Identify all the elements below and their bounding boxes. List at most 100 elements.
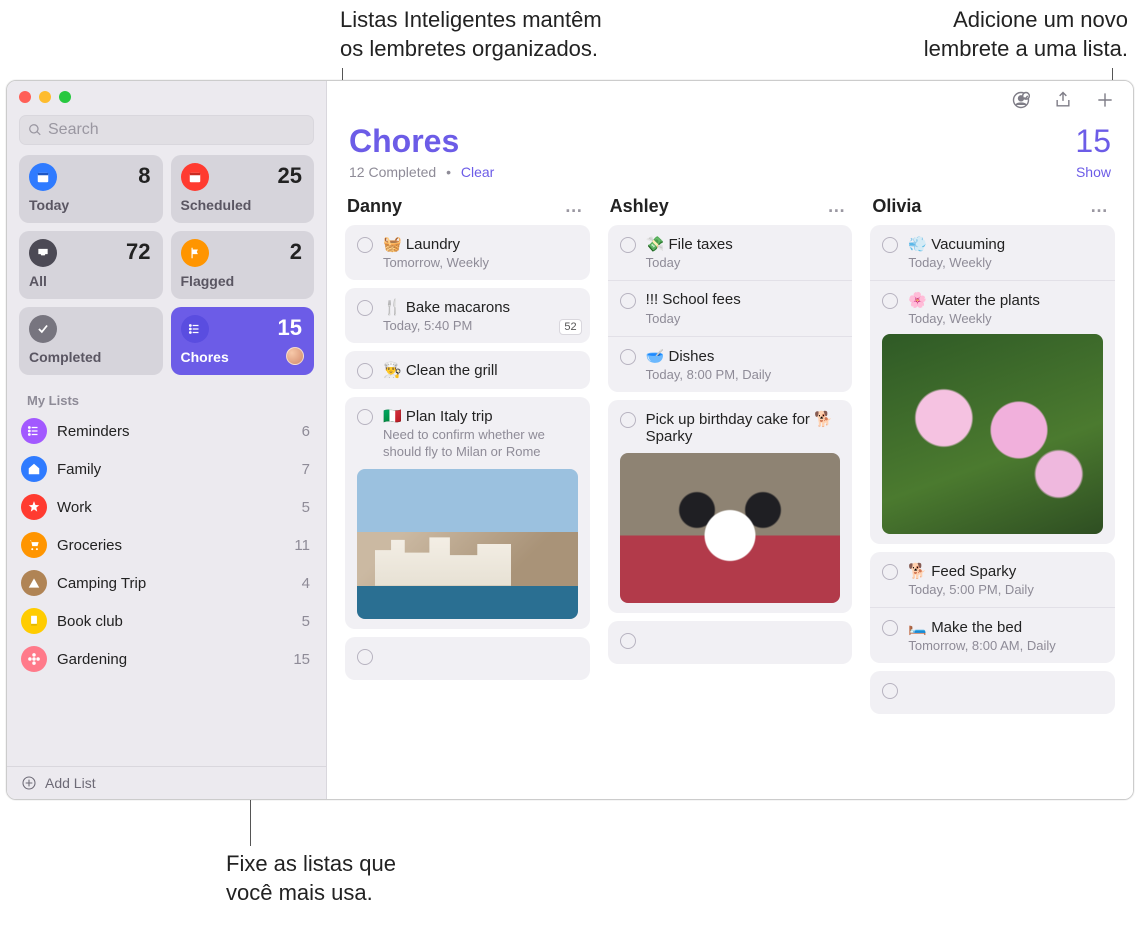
column-title: Olivia	[872, 196, 921, 217]
reminder-meta: Tomorrow, Weekly	[383, 255, 578, 270]
checkbox[interactable]	[357, 237, 373, 253]
column-more-button[interactable]: …	[1090, 196, 1109, 217]
new-reminder-placeholder[interactable]	[345, 637, 590, 680]
column: Olivia…💨 VacuumingToday, Weekly🌸 Water t…	[870, 194, 1115, 787]
checkbox[interactable]	[357, 363, 373, 379]
show-completed-button[interactable]: Show	[1076, 164, 1111, 180]
checkbox[interactable]	[620, 293, 636, 309]
reminder-card[interactable]: 💸 File taxesToday	[608, 225, 853, 280]
sidebar-list-label: Book club	[57, 613, 292, 630]
checkbox[interactable]	[357, 649, 373, 665]
close-window-button[interactable]	[19, 91, 31, 103]
reminder-meta: Today	[646, 255, 841, 270]
smart-lists: 8 Today 25 Scheduled 72 All	[7, 155, 326, 383]
sidebar-list-item[interactable]: Gardening15	[7, 640, 326, 678]
checkbox[interactable]	[620, 349, 636, 365]
reminder-card[interactable]: !!! School feesToday	[608, 280, 853, 336]
smart-tile-completed[interactable]: Completed	[19, 307, 163, 375]
checkbox[interactable]	[620, 237, 636, 253]
book-icon	[21, 608, 47, 634]
checkmark-icon	[29, 315, 57, 343]
column-header: Danny …	[345, 194, 590, 225]
smart-tile-chores[interactable]: 15 Chores	[171, 307, 315, 375]
reminder-card[interactable]: 🍴 Bake macaronsToday, 5:40 PM52	[345, 288, 590, 343]
sidebar-list-item[interactable]: Camping Trip4	[7, 564, 326, 602]
column-title: Danny	[347, 196, 402, 217]
new-reminder-placeholder[interactable]	[870, 671, 1115, 714]
share-button[interactable]	[1053, 90, 1073, 115]
clear-completed-button[interactable]: Clear	[461, 164, 494, 180]
reminder-card-group: 💨 VacuumingToday, Weekly🌸 Water the plan…	[870, 225, 1115, 544]
new-reminder-placeholder[interactable]	[608, 621, 853, 664]
sidebar-list-item[interactable]: Family 7	[7, 450, 326, 488]
sidebar-list-label: Family	[57, 461, 292, 478]
sidebar-list-label: Camping Trip	[57, 575, 292, 592]
share-icon	[1053, 90, 1073, 110]
checkbox[interactable]	[357, 300, 373, 316]
checkbox[interactable]	[357, 409, 373, 425]
column-more-button[interactable]: …	[565, 196, 584, 217]
reminder-card[interactable]: 🌸 Water the plantsToday, Weekly	[870, 280, 1115, 544]
reminder-card[interactable]: 🥣 Dishes Today, 8:00 PM, Daily	[608, 336, 853, 392]
reminder-title: 🥣 Dishes	[646, 347, 715, 365]
sidebar-list-item[interactable]: Work 5	[7, 488, 326, 526]
smart-tile-all[interactable]: 72 All	[19, 231, 163, 299]
sidebar: Search 8 Today 25 Scheduled	[7, 81, 327, 799]
reminder-title: 🇮🇹 Plan Italy trip	[383, 407, 493, 425]
flower-icon	[21, 646, 47, 672]
smart-tile-label: Flagged	[181, 273, 305, 289]
reminder-title: 🌸 Water the plants	[908, 291, 1040, 309]
sidebar-list-count: 5	[302, 499, 310, 516]
reminder-meta: Today, 8:00 PM, Daily	[646, 367, 841, 382]
checkbox[interactable]	[882, 683, 898, 699]
sidebar-list-label: Groceries	[57, 537, 284, 554]
share-people-button[interactable]	[1011, 90, 1031, 115]
search-input[interactable]: Search	[19, 115, 314, 145]
reminder-card[interactable]: 💨 VacuumingToday, Weekly	[870, 225, 1115, 280]
column-more-button[interactable]: …	[827, 196, 846, 217]
calendar-today-icon	[29, 163, 57, 191]
smart-tile-label: Completed	[29, 349, 153, 365]
reminder-meta: Today, 5:40 PM	[383, 318, 578, 333]
smart-tile-flagged[interactable]: 2 Flagged	[171, 231, 315, 299]
add-reminder-button[interactable]	[1095, 90, 1115, 115]
column: Ashley…💸 File taxesToday!!! School feesT…	[608, 194, 853, 787]
completed-info: 12 Completed • Clear	[349, 164, 494, 180]
checkbox[interactable]	[882, 564, 898, 580]
checkbox[interactable]	[882, 620, 898, 636]
reminder-image	[620, 453, 841, 603]
reminder-card[interactable]: 🇮🇹 Plan Italy trip Need to confirm whethe…	[345, 397, 590, 629]
sidebar-list-count: 7	[302, 461, 310, 478]
reminder-note: Need to confirm whether we should fly to…	[383, 427, 578, 461]
smart-tile-label: All	[29, 273, 153, 289]
smart-tile-today[interactable]: 8 Today	[19, 155, 163, 223]
reminder-card-group: 🐕 Feed SparkyToday, 5:00 PM, Daily🛏️ Mak…	[870, 552, 1115, 663]
reminder-title: 🐕 Feed Sparky	[908, 562, 1016, 580]
zoom-window-button[interactable]	[59, 91, 71, 103]
reminder-card[interactable]: 🐕 Feed SparkyToday, 5:00 PM, Daily	[870, 552, 1115, 607]
checkbox[interactable]	[620, 633, 636, 649]
app-window: Search 8 Today 25 Scheduled	[6, 80, 1134, 800]
smart-tile-label: Scheduled	[181, 197, 305, 213]
add-list-button[interactable]: Add List	[7, 766, 326, 799]
smart-tile-scheduled[interactable]: 25 Scheduled	[171, 155, 315, 223]
tent-icon	[21, 570, 47, 596]
reminder-card[interactable]: 🧺 LaundryTomorrow, Weekly	[345, 225, 590, 280]
minimize-window-button[interactable]	[39, 91, 51, 103]
calendar-icon	[181, 163, 209, 191]
checkbox[interactable]	[882, 293, 898, 309]
reminder-title: Pick up birthday cake for 🐕 Sparky	[646, 410, 841, 445]
list-icon	[181, 315, 209, 343]
completed-label: 12 Completed	[349, 164, 436, 180]
reminder-card[interactable]: Pick up birthday cake for 🐕 Sparky	[608, 400, 853, 613]
reminder-image	[357, 469, 578, 619]
checkbox[interactable]	[882, 237, 898, 253]
sidebar-list-item[interactable]: Groceries11	[7, 526, 326, 564]
reminder-card[interactable]: 🛏️ Make the bedTomorrow, 8:00 AM, Daily	[870, 607, 1115, 663]
sidebar-list-label: Work	[57, 499, 292, 516]
reminder-card[interactable]: 👨‍🍳 Clean the grill	[345, 351, 590, 389]
sidebar-list-item[interactable]: Reminders6	[7, 412, 326, 450]
checkbox[interactable]	[620, 412, 636, 428]
smart-tile-count: 25	[278, 163, 302, 189]
sidebar-list-item[interactable]: Book club5	[7, 602, 326, 640]
